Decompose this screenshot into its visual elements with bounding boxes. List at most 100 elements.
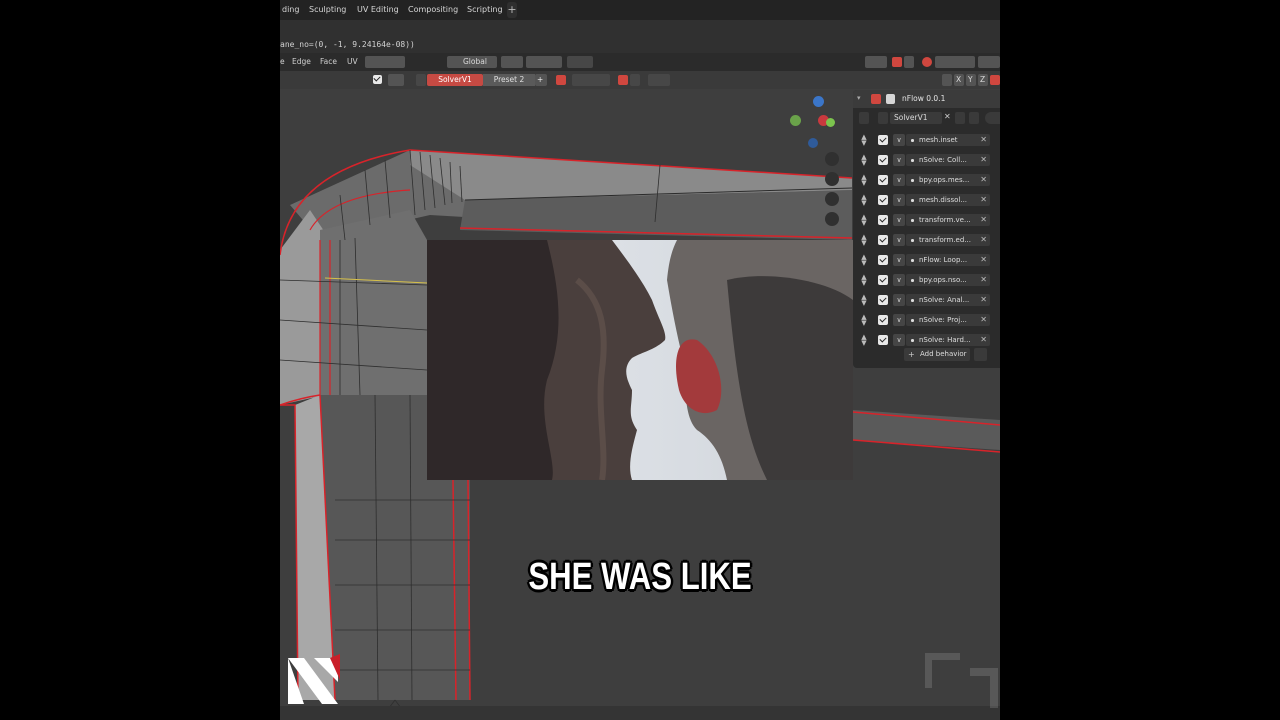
behavior-row[interactable]: ▲ ▼ ∨ transform.ed... ✕ [859,232,1000,249]
behavior-enabled-checkbox[interactable] [878,155,888,165]
chevron-down-icon[interactable] [878,112,888,124]
behavior-row[interactable]: ▲ ▼ ∨ bpy.ops.nso... ✕ [859,272,1000,289]
axis-y-neg-gizmo[interactable] [790,115,801,126]
chevron-down-icon[interactable]: ∨ [893,234,905,246]
behavior-enabled-checkbox[interactable] [878,335,888,345]
behavior-enabled-checkbox[interactable] [878,295,888,305]
select-mode-dropdown[interactable] [365,56,405,68]
chevron-down-icon[interactable] [904,56,914,68]
behavior-enabled-checkbox[interactable] [878,175,888,185]
chevron-down-icon[interactable]: ∨ [893,274,905,286]
magnet-icon[interactable] [618,75,628,85]
behavior-field[interactable]: nSolve: Anal... ✕ [906,294,990,306]
close-icon[interactable]: ✕ [980,174,987,186]
transform-orientation-dropdown[interactable]: Global [447,56,497,68]
chevron-down-icon[interactable]: ∨ [893,294,905,306]
behavior-field[interactable]: transform.ve... ✕ [906,214,990,226]
drag-handle-icon[interactable]: ▲ ▼ [859,314,869,327]
close-icon[interactable]: ✕ [944,112,951,121]
behavior-field[interactable]: bpy.ops.mes... ✕ [906,174,990,186]
hand-icon[interactable] [825,172,839,186]
close-icon[interactable]: ✕ [980,294,987,306]
active-solver-tab[interactable]: SolverV1 [427,74,483,86]
axis-z-button[interactable]: Z [978,74,988,86]
axis-z-gizmo[interactable] [813,96,824,107]
drag-handle-icon[interactable]: ▲ ▼ [859,174,869,187]
drag-handle-icon[interactable]: ▲ ▼ [859,134,869,147]
behavior-enabled-checkbox[interactable] [878,255,888,265]
close-icon[interactable]: ✕ [980,134,987,146]
pivot-dropdown[interactable] [501,56,523,68]
behavior-field[interactable]: nSolve: Coll... ✕ [906,154,990,166]
record-icon[interactable] [556,75,566,85]
drag-handle-icon[interactable]: ▲ ▼ [859,254,869,267]
axis-lock-icon[interactable] [990,75,1000,85]
close-icon[interactable]: ✕ [980,154,987,166]
toggle-icon[interactable] [985,112,1000,124]
menu-uv[interactable]: UV [347,57,358,66]
drag-handle-icon[interactable]: ▲ ▼ [859,334,869,347]
grid-icon[interactable] [825,212,839,226]
chevron-down-icon[interactable]: ∨ [893,154,905,166]
behavior-row[interactable]: ▲ ▼ ∨ mesh.dissol... ✕ [859,192,1000,209]
behavior-enabled-checkbox[interactable] [878,235,888,245]
close-icon[interactable]: ✕ [980,234,987,246]
tab-compositing[interactable]: Compositing [404,2,462,18]
add-workspace-button[interactable]: + [507,2,517,18]
view-object-types-dropdown[interactable] [865,56,887,68]
behavior-row[interactable]: ▲ ▼ ∨ transform.ve... ✕ [859,212,1000,229]
behavior-enabled-checkbox[interactable] [878,195,888,205]
close-icon[interactable]: ✕ [980,314,987,326]
close-icon[interactable]: ✕ [980,334,987,346]
tab-sculpting[interactable]: Sculpting [305,2,350,18]
chevron-down-icon[interactable] [416,74,426,86]
zoom-icon[interactable] [825,152,839,166]
behavior-enabled-checkbox[interactable] [878,315,888,325]
duplicate-icon[interactable] [955,112,965,124]
behavior-field[interactable]: mesh.inset ✕ [906,134,990,146]
chevron-down-icon[interactable]: ∨ [893,214,905,226]
chevron-down-icon[interactable]: ∨ [893,254,905,266]
axis-y-button[interactable]: Y [966,74,976,86]
behavior-field[interactable]: mesh.dissol... ✕ [906,194,990,206]
menu-face[interactable]: Face [320,57,337,66]
drag-handle-icon[interactable]: ▲ ▼ [859,214,869,227]
behavior-row[interactable]: ▲ ▼ ∨ nSolve: Proj... ✕ [859,312,1000,329]
behavior-row[interactable]: ▲ ▼ ∨ mesh.inset ✕ [859,132,1000,149]
gear-icon[interactable] [648,74,670,86]
solver-name-field[interactable]: SolverV1 [890,112,942,124]
gizmo-toggle-icon[interactable] [892,57,902,67]
behavior-enabled-checkbox[interactable] [878,275,888,285]
drag-handle-icon[interactable]: ▲ ▼ [859,274,869,287]
chevron-down-icon[interactable]: ∨ [893,334,905,346]
tab-uv-editing[interactable]: UV Editing [353,2,403,18]
behavior-field[interactable]: nSolve: Proj... ✕ [906,314,990,326]
behavior-row[interactable]: ▲ ▼ ∨ bpy.ops.mes... ✕ [859,172,1000,189]
behavior-field[interactable]: nSolve: Hard... ✕ [906,334,990,346]
chevron-down-icon[interactable]: ∨ [893,314,905,326]
checkbox-icon[interactable] [373,75,382,84]
close-icon[interactable]: ✕ [980,194,987,206]
solver-tools-icons[interactable] [572,74,610,86]
wrench-icon[interactable] [388,74,404,86]
tab-scripting[interactable]: Scripting [463,2,507,18]
behavior-field[interactable]: bpy.ops.nso... ✕ [906,274,990,286]
drag-handle-icon[interactable]: ▲ ▼ [859,154,869,167]
close-icon[interactable]: ✕ [980,214,987,226]
tab-shading[interactable]: ding [280,2,303,18]
navigation-gizmo[interactable] [788,93,838,148]
close-icon[interactable]: ✕ [980,274,987,286]
plus-icon[interactable]: + [535,74,547,86]
menu-edge[interactable]: Edge [292,57,311,66]
behavior-field[interactable]: nFlow: Loop... ✕ [906,254,990,266]
snap-dropdown[interactable] [526,56,562,68]
shading-buttons[interactable] [978,56,1000,68]
chevron-down-icon[interactable]: ∨ [893,174,905,186]
drag-handle-icon[interactable]: ▲ ▼ [859,194,869,207]
mirror-icon[interactable] [942,74,952,86]
axis-z-neg-gizmo[interactable] [808,138,818,148]
add-behavior-button[interactable]: + Add behavior [904,348,970,361]
panel-header[interactable]: ▾ nFlow 0.0.1 [853,90,1000,108]
chevron-down-icon[interactable]: ∨ [893,134,905,146]
copy-icon[interactable] [969,112,979,124]
